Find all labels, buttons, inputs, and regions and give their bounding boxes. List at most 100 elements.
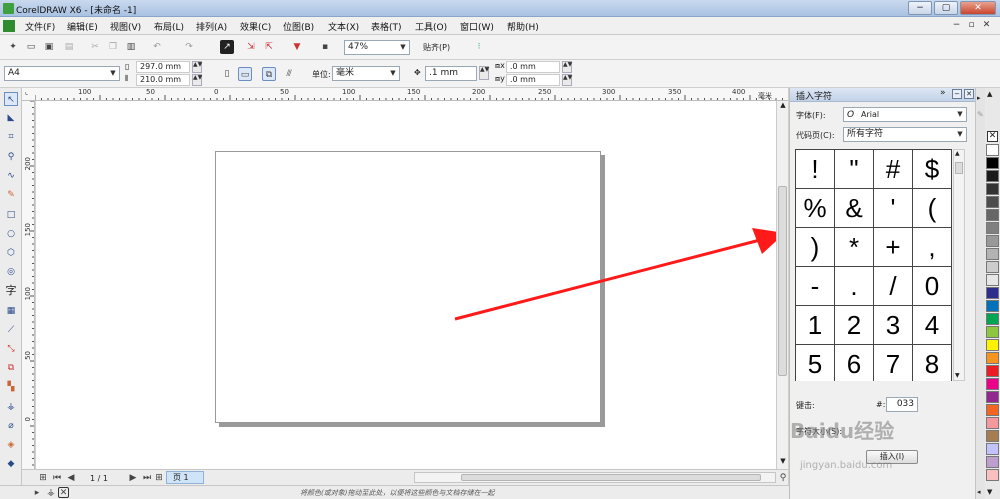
zoom-tool-icon[interactable]: ⚲: [4, 150, 18, 164]
char-cell[interactable]: 8: [913, 345, 952, 381]
interactive-fill-tool-icon[interactable]: ◆: [4, 457, 18, 471]
char-cell[interactable]: 0: [913, 267, 952, 306]
duplicate-x-input[interactable]: .0 mm: [506, 61, 560, 73]
char-cell[interactable]: $: [913, 150, 952, 189]
page-height-input[interactable]: 210.0 mm: [136, 74, 190, 86]
menu-file[interactable]: 文件(F): [25, 20, 55, 33]
basic-shapes-tool-icon[interactable]: ◎: [4, 265, 18, 279]
color-swatch[interactable]: [986, 404, 999, 416]
color-swatch[interactable]: [986, 157, 999, 169]
freehand-tool-icon[interactable]: ∿: [4, 169, 18, 183]
page-width-input[interactable]: 297.0 mm: [136, 61, 190, 73]
previous-page-icon[interactable]: ◀: [64, 471, 78, 485]
color-swatch[interactable]: [986, 287, 999, 299]
save-icon[interactable]: ▣: [42, 40, 56, 54]
palette-scroll-down-icon[interactable]: ▼: [987, 488, 992, 496]
docker-minimize-icon[interactable]: −: [952, 89, 962, 99]
color-swatch[interactable]: [986, 144, 999, 156]
color-swatch[interactable]: [986, 261, 999, 273]
color-swatch[interactable]: [986, 235, 999, 247]
page-width-spinner[interactable]: ▲▼: [192, 61, 202, 73]
mdi-close-icon[interactable]: ✕: [980, 19, 993, 32]
char-cell[interactable]: ": [835, 150, 874, 189]
scroll-thumb[interactable]: [461, 474, 761, 481]
font-dropdown[interactable]: O Arial ▼: [843, 107, 967, 122]
menu-arrange[interactable]: 排列(A): [196, 20, 227, 33]
color-swatch[interactable]: [986, 417, 999, 429]
import-icon[interactable]: ⇲: [244, 40, 258, 54]
nudge-distance-input[interactable]: .1 mm: [425, 66, 477, 81]
code-page-dropdown[interactable]: 所有字符 ▼: [843, 127, 967, 142]
ruler-origin-icon[interactable]: ⌞: [25, 88, 28, 96]
undo-icon[interactable]: ↶: [150, 40, 164, 54]
current-page-icon[interactable]: ⫻: [282, 67, 296, 81]
color-swatch[interactable]: [986, 222, 999, 234]
color-swatch[interactable]: [986, 313, 999, 325]
scroll-up-icon[interactable]: ▲: [955, 150, 960, 157]
menu-window[interactable]: 窗口(W): [460, 20, 494, 33]
menu-effects[interactable]: 效果(C): [240, 20, 271, 33]
blend-tool-icon[interactable]: ⧉: [4, 361, 18, 375]
new-document-icon[interactable]: ✦: [6, 40, 20, 54]
units-dropdown[interactable]: 毫米 ▼: [332, 66, 400, 81]
expand-icon[interactable]: »: [940, 88, 946, 98]
color-swatch[interactable]: [986, 391, 999, 403]
char-cell[interactable]: -: [796, 267, 835, 306]
menu-bitmaps[interactable]: 位图(B): [283, 20, 314, 33]
mdi-restore-icon[interactable]: ▫: [965, 19, 978, 32]
menu-tools[interactable]: 工具(O): [415, 20, 447, 33]
palette-scroll-up-icon[interactable]: ▲: [987, 90, 992, 98]
color-swatch[interactable]: [986, 443, 999, 455]
color-swatch[interactable]: [986, 196, 999, 208]
menu-edit[interactable]: 编辑(E): [67, 20, 98, 33]
char-cell[interactable]: 4: [913, 306, 952, 345]
print-icon[interactable]: ▤: [62, 40, 76, 54]
eyedropper-icon[interactable]: ⚶: [44, 486, 58, 499]
menu-text[interactable]: 文本(X): [328, 20, 359, 33]
char-cell[interactable]: +: [874, 228, 913, 267]
char-cell[interactable]: &: [835, 189, 874, 228]
docker-scroll-down-icon[interactable]: ◂: [977, 488, 981, 496]
ellipse-tool-icon[interactable]: ○: [4, 227, 18, 241]
scroll-down-icon[interactable]: ▼: [955, 372, 960, 379]
docker-scroll-icon[interactable]: ▸: [977, 94, 981, 102]
polygon-tool-icon[interactable]: ⬡: [4, 246, 18, 260]
docker-pin-icon[interactable]: ✎: [977, 110, 984, 119]
all-pages-icon[interactable]: ⧉: [262, 67, 276, 81]
publish-pdf-icon[interactable]: ▼: [290, 40, 304, 54]
fill-tool-icon[interactable]: ◈: [4, 438, 18, 452]
duplicate-y-input[interactable]: .0 mm: [506, 74, 560, 86]
color-swatch[interactable]: [986, 300, 999, 312]
close-button[interactable]: ✕: [960, 1, 996, 15]
menu-layout[interactable]: 布局(L): [154, 20, 184, 33]
mdi-minimize-icon[interactable]: −: [950, 19, 963, 32]
char-cell[interactable]: 7: [874, 345, 913, 381]
paper-size-dropdown[interactable]: A4 ▼: [4, 66, 120, 81]
duplicate-x-spinner[interactable]: ▲▼: [562, 61, 572, 73]
cut-icon[interactable]: ✂: [88, 40, 102, 54]
char-cell[interactable]: 1: [796, 306, 835, 345]
page-tab-1[interactable]: 页 1: [166, 471, 204, 484]
minimize-button[interactable]: −: [908, 1, 932, 15]
dimension-tool-icon[interactable]: ⟋: [4, 323, 18, 337]
add-page-after-icon[interactable]: ⊞: [152, 471, 166, 485]
next-page-icon[interactable]: ▶: [126, 471, 140, 485]
char-cell[interactable]: .: [835, 267, 874, 306]
scroll-thumb[interactable]: [955, 162, 963, 174]
vertical-ruler[interactable]: 200 150 100 50 0: [22, 101, 35, 469]
char-cell[interactable]: 3: [874, 306, 913, 345]
char-cell[interactable]: ': [874, 189, 913, 228]
char-cell[interactable]: 5: [796, 345, 835, 381]
redo-icon[interactable]: ↷: [182, 40, 196, 54]
copy-icon[interactable]: ❐: [106, 40, 120, 54]
landscape-icon[interactable]: ▭: [238, 67, 252, 81]
rectangle-tool-icon[interactable]: □: [4, 208, 18, 222]
search-content-icon[interactable]: ↗: [220, 40, 234, 54]
options-icon[interactable]: ⁝: [472, 40, 486, 54]
char-cell[interactable]: 6: [835, 345, 874, 381]
zoom-navigator-icon[interactable]: ⚲: [776, 471, 790, 485]
duplicate-y-spinner[interactable]: ▲▼: [562, 74, 572, 86]
menu-table[interactable]: 表格(T): [371, 20, 402, 33]
color-swatch[interactable]: [986, 248, 999, 260]
character-grid[interactable]: ! " # $% & '() * +, -./0 1 2 3 4 5 6 7 8: [795, 149, 952, 381]
